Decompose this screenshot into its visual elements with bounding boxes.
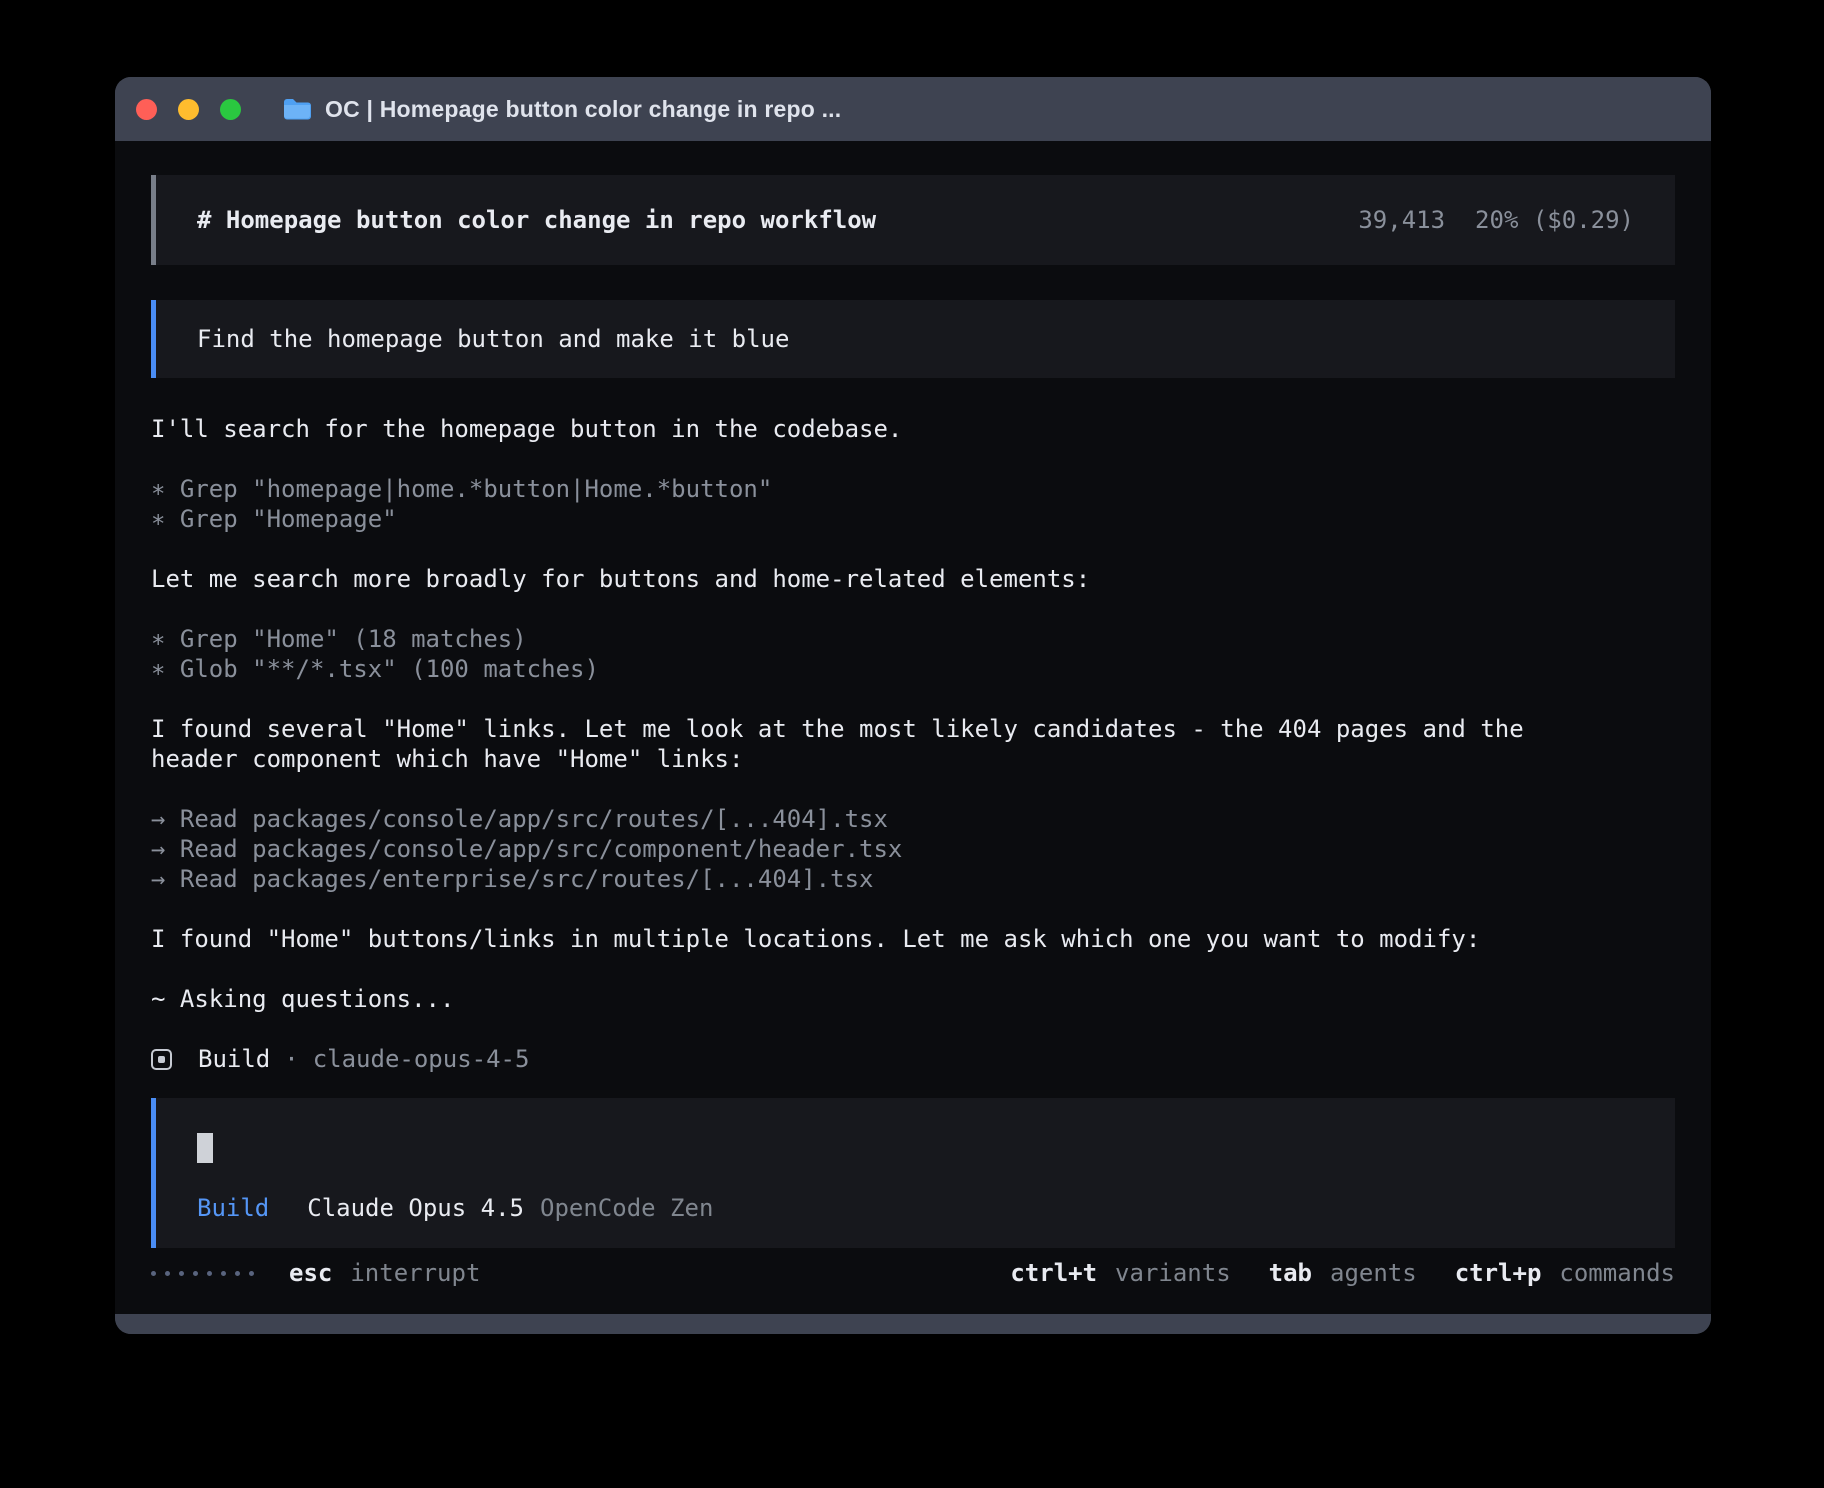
spinner-dot [249, 1271, 254, 1276]
statusbar-right: ctrl+t variants tab agents ctrl+p comman… [1010, 1258, 1675, 1288]
commands-label: commands [1559, 1258, 1675, 1288]
assistant-status-line: ~ Asking questions... [151, 984, 1617, 1014]
spinner-dot [165, 1271, 170, 1276]
spinner-icon [151, 1271, 254, 1276]
hint-variants: ctrl+t variants [1010, 1258, 1230, 1288]
traffic-lights [136, 99, 241, 120]
statusbar-left: esc interrupt [151, 1258, 480, 1288]
commands-key: ctrl+p [1455, 1258, 1542, 1288]
window-title: OC | Homepage button color change in rep… [325, 96, 841, 123]
spinner-dot [221, 1271, 226, 1276]
tool-call-group: ∗ Grep "homepage|home.*button|Home.*butt… [151, 474, 1617, 534]
session-stats: 39,413 20% ($0.29) [1358, 205, 1634, 235]
agent-status: Build · claude-opus-4-5 [151, 1044, 1675, 1074]
user-message: Find the homepage button and make it blu… [151, 300, 1675, 378]
window-bottom-edge [115, 1314, 1711, 1334]
tool-call-line: ∗ Grep "Homepage" [151, 504, 1617, 534]
variants-label: variants [1115, 1258, 1231, 1288]
tool-call-group: ∗ Grep "Home" (18 matches) ∗ Glob "**/*.… [151, 624, 1617, 684]
agent-name: Build [198, 1044, 270, 1074]
title-group: OC | Homepage button color change in rep… [282, 96, 841, 123]
variants-key: ctrl+t [1010, 1258, 1097, 1288]
agent-separator: · [284, 1044, 298, 1074]
session-title: # Homepage button color change in repo w… [197, 205, 876, 235]
hint-commands: ctrl+p commands [1455, 1258, 1675, 1288]
tool-call-line: ∗ Grep "homepage|home.*button|Home.*butt… [151, 474, 1617, 504]
model-indicator[interactable]: Claude Opus 4.5 [307, 1193, 524, 1223]
folder-icon [282, 97, 312, 121]
file-read-line: → Read packages/enterprise/src/routes/[.… [151, 864, 1617, 894]
assistant-paragraph: Let me search more broadly for buttons a… [151, 564, 1617, 594]
zoom-button[interactable] [220, 99, 241, 120]
session-header: # Homepage button color change in repo w… [151, 175, 1675, 265]
tool-call-line: ∗ Glob "**/*.tsx" (100 matches) [151, 654, 1617, 684]
provider-indicator: OpenCode Zen [540, 1193, 713, 1223]
file-read-line: → Read packages/console/app/src/componen… [151, 834, 1617, 864]
mode-indicator[interactable]: Build [197, 1193, 269, 1223]
agent-model: claude-opus-4-5 [313, 1044, 530, 1074]
assistant-paragraph: I found several "Home" links. Let me loo… [151, 714, 1617, 774]
terminal-content: # Homepage button color change in repo w… [115, 141, 1711, 1314]
spinner-dot [235, 1271, 240, 1276]
tool-call-group: → Read packages/console/app/src/routes/[… [151, 804, 1617, 894]
token-count: 39,413 [1358, 205, 1445, 235]
input-footer: Build Claude Opus 4.5 OpenCode Zen [197, 1193, 1634, 1223]
tool-call-line: ∗ Grep "Home" (18 matches) [151, 624, 1617, 654]
close-button[interactable] [136, 99, 157, 120]
user-message-text: Find the homepage button and make it blu… [197, 325, 789, 353]
agents-key: tab [1269, 1258, 1312, 1288]
hint-interrupt: esc interrupt [289, 1258, 480, 1288]
assistant-paragraph: I'll search for the homepage button in t… [151, 414, 1617, 444]
hint-agents: tab agents [1269, 1258, 1417, 1288]
statusbar: esc interrupt ctrl+t variants tab agents… [151, 1258, 1675, 1288]
titlebar: OC | Homepage button color change in rep… [115, 77, 1711, 141]
esc-label: interrupt [350, 1258, 480, 1288]
context-cost: 20% ($0.29) [1475, 205, 1634, 235]
spinner-dot [151, 1271, 156, 1276]
text-cursor [197, 1133, 213, 1163]
spinner-dot [207, 1271, 212, 1276]
agent-icon [151, 1049, 172, 1070]
minimize-button[interactable] [178, 99, 199, 120]
file-read-line: → Read packages/console/app/src/routes/[… [151, 804, 1617, 834]
prompt-input[interactable]: Build Claude Opus 4.5 OpenCode Zen [151, 1098, 1675, 1248]
esc-key: esc [289, 1258, 332, 1288]
spinner-dot [193, 1271, 198, 1276]
terminal-window: OC | Homepage button color change in rep… [115, 77, 1711, 1334]
agents-label: agents [1330, 1258, 1417, 1288]
assistant-paragraph: I found "Home" buttons/links in multiple… [151, 924, 1617, 954]
spinner-dot [179, 1271, 184, 1276]
transcript: I'll search for the homepage button in t… [151, 414, 1617, 1044]
